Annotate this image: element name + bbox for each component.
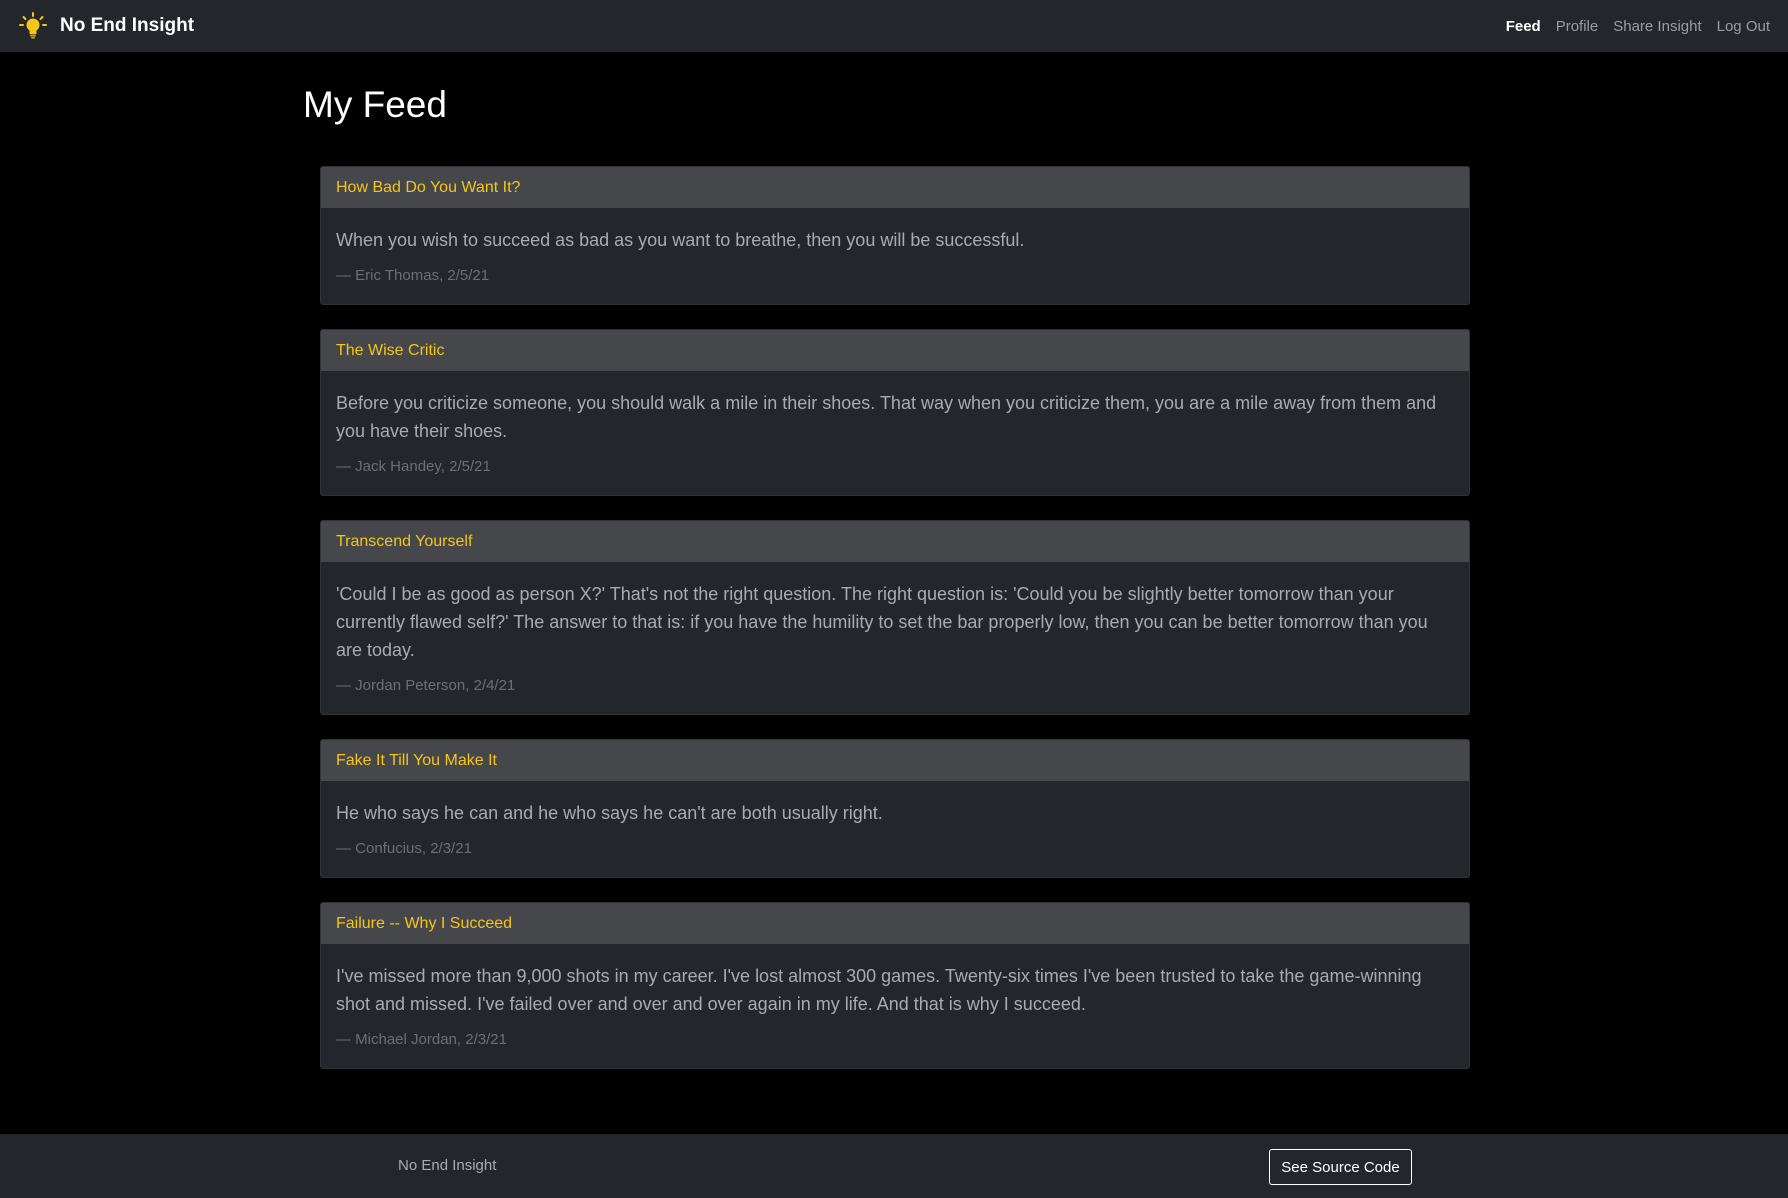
quote-text: 'Could I be as good as person X?' That's… [336, 584, 1428, 660]
nav-link-share-insight[interactable]: Share Insight [1613, 18, 1701, 35]
insight-card: Failure -- Why I Succeed I've missed mor… [320, 902, 1470, 1069]
nav-link-log-out[interactable]: Log Out [1717, 18, 1770, 35]
card-header: Failure -- Why I Succeed [321, 903, 1469, 944]
card-header: Transcend Yourself [321, 521, 1469, 562]
nav-link-profile[interactable]: Profile [1556, 18, 1599, 35]
feed-list: How Bad Do You Want It? When you wish to… [320, 166, 1470, 1093]
quote-attribution: — Jordan Peterson, 2/4/21 [336, 677, 516, 694]
card-header: The Wise Critic [321, 330, 1469, 371]
card-body: I've missed more than 9,000 shots in my … [321, 944, 1469, 1068]
quote-text: He who says he can and he who says he ca… [336, 803, 883, 823]
brand-link[interactable]: No End Insight [18, 11, 194, 41]
card-title: The Wise Critic [336, 341, 445, 359]
card-title: Transcend Yourself [336, 532, 473, 550]
quote-text: Before you criticize someone, you should… [336, 393, 1437, 441]
see-source-code-button[interactable]: See Source Code [1269, 1149, 1412, 1185]
card-header: How Bad Do You Want It? [321, 167, 1469, 208]
insight-card: The Wise Critic Before you criticize som… [320, 329, 1470, 496]
quote-text: When you wish to succeed as bad as you w… [336, 230, 1025, 250]
card-body: 'Could I be as good as person X?' That's… [321, 562, 1469, 714]
quote-attribution: — Michael Jordan, 2/3/21 [336, 1031, 507, 1048]
nav-link-feed[interactable]: Feed [1506, 18, 1541, 35]
quote-attribution: — Jack Handey, 2/5/21 [336, 458, 491, 475]
card-title: Fake It Till You Make It [336, 751, 497, 769]
page-title: My Feed [303, 84, 447, 125]
quote-text: I've missed more than 9,000 shots in my … [336, 966, 1422, 1014]
brand-name: No End Insight [60, 15, 195, 36]
card-title: Failure -- Why I Succeed [336, 914, 513, 932]
card-body: He who says he can and he who says he ca… [321, 781, 1469, 877]
quote-attribution: — Confucius, 2/3/21 [336, 840, 472, 857]
top-navbar: No End Insight Feed Profile Share Insigh… [0, 0, 1788, 52]
quote-attribution: — Eric Thomas, 2/5/21 [336, 267, 490, 284]
card-title: How Bad Do You Want It? [336, 178, 521, 196]
nav-links: Feed Profile Share Insight Log Out [1491, 18, 1770, 35]
page-footer: No End Insight See Source Code [0, 1134, 1788, 1198]
card-header: Fake It Till You Make It [321, 740, 1469, 781]
insight-card: Transcend Yourself 'Could I be as good a… [320, 520, 1470, 715]
insight-card: How Bad Do You Want It? When you wish to… [320, 166, 1470, 305]
insight-card: Fake It Till You Make It He who says he … [320, 739, 1470, 878]
card-body: Before you criticize someone, you should… [321, 371, 1469, 495]
lightbulb-icon [19, 12, 47, 39]
card-body: When you wish to succeed as bad as you w… [321, 208, 1469, 304]
footer-brand: No End Insight [398, 1157, 497, 1174]
